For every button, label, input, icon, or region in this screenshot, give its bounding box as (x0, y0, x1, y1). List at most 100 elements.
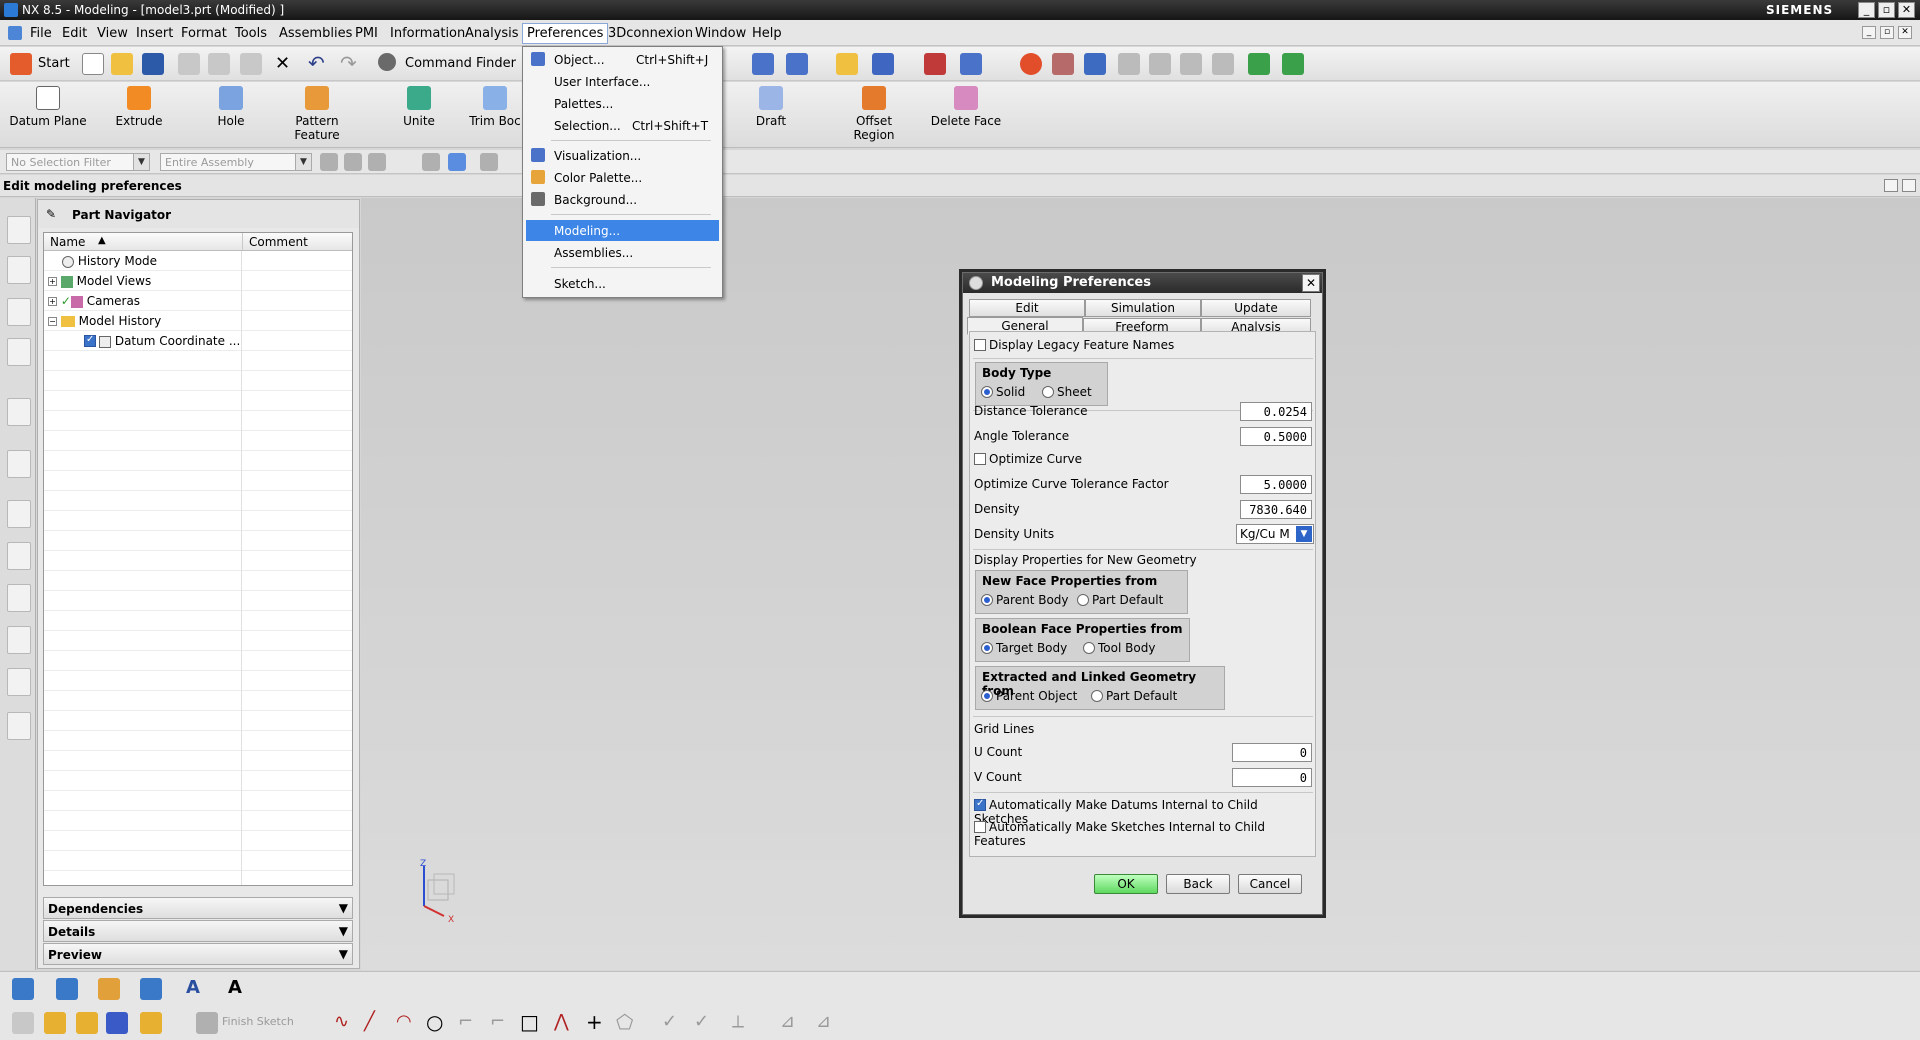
radio-parent-object[interactable]: Parent Object (981, 689, 1077, 703)
layer-icon[interactable] (1084, 53, 1106, 75)
mdi-close-icon[interactable]: ✕ (1898, 26, 1912, 39)
view-orient-icon[interactable] (752, 53, 774, 75)
menu-window[interactable]: Window (691, 25, 750, 42)
filter-icon[interactable] (344, 153, 362, 171)
optimize-curve-checkbox[interactable]: Optimize Curve (974, 452, 1082, 466)
radio-parent-body[interactable]: Parent Body (981, 593, 1069, 607)
snap-line-icon[interactable] (480, 153, 498, 171)
filter-body-icon[interactable] (448, 153, 466, 171)
selection-filter-dropdown[interactable]: No Selection Filter ▼ (6, 153, 150, 171)
distance-tolerance-input[interactable]: 0.0254 (1240, 402, 1312, 421)
measure-icon[interactable] (960, 53, 982, 75)
delete-face-button[interactable]: Delete Face (928, 86, 1004, 128)
help-icon[interactable] (1282, 53, 1304, 75)
mdi-restore-icon[interactable]: ▫ (1880, 26, 1894, 39)
clock-icon[interactable] (7, 500, 31, 528)
extrude-button[interactable]: Extrude (108, 86, 170, 128)
new-file-icon[interactable] (82, 53, 104, 75)
cue-maximize-icon[interactable] (1902, 179, 1916, 192)
menu-item-visualization[interactable]: Visualization... (526, 145, 719, 166)
menu-item-palettes[interactable]: Palettes... (526, 93, 719, 114)
fillet-icon[interactable]: ⌐ (458, 1011, 473, 1032)
selection-scope-dropdown[interactable]: Entire Assembly ▼ (160, 153, 312, 171)
ok-button[interactable]: OK (1094, 874, 1158, 894)
back-button[interactable]: Back (1166, 874, 1230, 894)
palettes-icon[interactable] (7, 712, 31, 740)
v-count-input[interactable]: 0 (1232, 768, 1312, 787)
radio-target-body[interactable]: Target Body (981, 641, 1067, 655)
view-right-icon[interactable] (1149, 53, 1171, 75)
datum-plane-button[interactable]: Datum Plane (8, 86, 88, 128)
finish-sketch-icon[interactable] (196, 1012, 218, 1034)
menu-pmi[interactable]: PMI (351, 25, 382, 42)
sketch-icon[interactable] (12, 1012, 34, 1034)
menu-item-user-interface[interactable]: User Interface... (526, 71, 719, 92)
view-iso-icon[interactable] (1212, 53, 1234, 75)
tree-row-datum-csys[interactable]: Datum Coordinate ... (44, 331, 352, 351)
extend-icon[interactable]: ✓ (694, 1011, 709, 1032)
menu-item-selection[interactable]: Selection... Ctrl+Shift+T (526, 115, 719, 136)
view-fit-icon[interactable] (786, 53, 808, 75)
command-finder-icon[interactable] (378, 53, 396, 71)
dialog-title-bar[interactable]: Modeling Preferences ✕ (963, 273, 1322, 293)
snap-point-icon[interactable] (320, 153, 338, 171)
view-top-icon[interactable] (1180, 53, 1202, 75)
polygon-icon[interactable]: ⋀ (554, 1011, 569, 1032)
u-count-input[interactable]: 0 (1232, 743, 1312, 762)
menu-item-assemblies[interactable]: Assemblies... (526, 242, 719, 263)
constraint-navigator-icon[interactable] (7, 256, 31, 284)
csys-icon[interactable] (140, 978, 162, 1000)
hide-icon[interactable] (1052, 53, 1074, 75)
assembly-navigator-icon[interactable] (7, 216, 31, 244)
draft-button[interactable]: Draft (740, 86, 802, 128)
paste-icon[interactable] (240, 53, 262, 75)
tree-row-model-views[interactable]: + Model Views (44, 271, 352, 291)
snap-icon[interactable] (836, 53, 858, 75)
density-input[interactable]: 7830.640 (1240, 500, 1312, 519)
shade-icon[interactable] (1248, 53, 1270, 75)
cancel-button[interactable]: Cancel (1238, 874, 1302, 894)
expand-icon[interactable]: + (48, 277, 57, 286)
reuse-library-icon[interactable] (7, 338, 31, 366)
process-studio-icon[interactable] (7, 542, 31, 570)
cue-restore-icon[interactable] (1884, 179, 1898, 192)
tab-edit[interactable]: Edit (969, 299, 1085, 317)
auto-sketches-internal-checkbox[interactable]: Automatically Make Sketches Internal to … (974, 820, 1315, 848)
web-browser-icon[interactable] (7, 398, 31, 426)
radio-part-default[interactable]: Part Default (1077, 593, 1163, 607)
mirror-icon[interactable]: ⟂ (732, 1011, 744, 1032)
menu-item-background[interactable]: Background... (526, 189, 719, 210)
cut-icon[interactable] (178, 53, 200, 75)
render-style-icon[interactable] (872, 53, 894, 75)
visibility-checkbox[interactable] (84, 334, 96, 347)
line-icon[interactable]: ╱ (364, 1011, 375, 1032)
menu-information[interactable]: Information (386, 25, 469, 42)
menu-3dconnexion[interactable]: 3Dconnexion (604, 25, 697, 42)
unite-button[interactable]: Unite (388, 86, 450, 128)
menu-format[interactable]: Format (177, 25, 231, 42)
column-name-header[interactable]: Name ▲ (44, 233, 243, 251)
menu-analysis[interactable]: Analysis (461, 25, 523, 42)
tab-update[interactable]: Update (1201, 299, 1311, 317)
tree-row-model-history[interactable]: − Model History (44, 311, 352, 331)
pin-icon[interactable]: ✎ (46, 207, 56, 221)
menu-edit[interactable]: Edit (58, 25, 91, 42)
redo-icon[interactable]: ↷ (340, 51, 357, 75)
pmi-icon[interactable] (56, 978, 78, 1000)
dialog-close-icon[interactable]: ✕ (1302, 274, 1320, 292)
annotation-icon[interactable] (98, 978, 120, 1000)
close-icon[interactable]: ✕ (1898, 2, 1915, 18)
dependencies-panel[interactable]: Dependencies ▼ (43, 897, 353, 919)
undo-icon[interactable]: ↶ (308, 51, 325, 75)
roles-icon[interactable] (7, 626, 31, 654)
manufacturing-wizard-icon[interactable] (7, 584, 31, 612)
menu-help[interactable]: Help (748, 25, 786, 42)
pattern-feature-button[interactable]: Pattern Feature (286, 86, 348, 142)
arc-icon[interactable]: ◠ (396, 1011, 412, 1032)
dimension-icon[interactable]: ⊿ (816, 1011, 831, 1032)
format-icon[interactable] (12, 978, 34, 1000)
trim-body-button[interactable]: Trim Boc (468, 86, 522, 128)
trim-icon[interactable]: ✓ (662, 1011, 677, 1032)
details-panel[interactable]: Details ▼ (43, 920, 353, 942)
rotate-icon[interactable] (1020, 53, 1042, 75)
